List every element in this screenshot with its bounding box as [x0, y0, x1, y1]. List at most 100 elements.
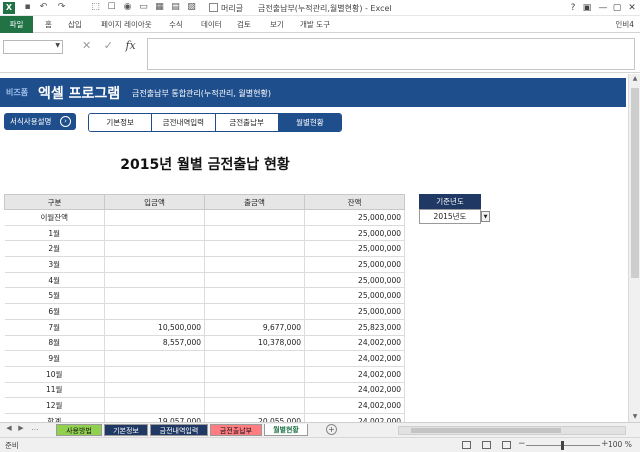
cell-income[interactable]	[104, 382, 205, 399]
cell-balance[interactable]: 24,002,000	[304, 397, 405, 414]
tab-formulas[interactable]: 수식	[169, 16, 183, 33]
chart-icon[interactable]: ▤	[170, 2, 181, 13]
tab-data[interactable]: 데이터	[201, 16, 222, 33]
tab-file[interactable]: 파일	[0, 16, 33, 33]
tab-home[interactable]: 홈	[45, 16, 52, 33]
cell-expense[interactable]	[204, 272, 305, 289]
cell-category[interactable]: 8월	[4, 335, 105, 352]
cell-category[interactable]: 4월	[4, 272, 105, 289]
cell-balance[interactable]: 24,002,000	[304, 335, 405, 352]
cell-balance[interactable]: 24,002,000	[304, 350, 405, 367]
cell-expense[interactable]	[204, 397, 305, 414]
page-break-view-icon[interactable]	[502, 441, 511, 449]
nav-tab-ledger[interactable]: 금전출납부	[215, 114, 279, 131]
cell-category[interactable]: 6월	[4, 303, 105, 320]
cell-income[interactable]	[104, 272, 205, 289]
col-header-category[interactable]: 구분	[4, 194, 105, 210]
cell-expense[interactable]: 10,378,000	[204, 335, 305, 352]
chevron-down-icon[interactable]: ▼	[55, 42, 60, 49]
prev-sheet-icon[interactable]: ◀	[4, 424, 14, 432]
col-header-income[interactable]: 입금액	[104, 194, 205, 210]
sheet-tab-basic-info[interactable]: 기본정보	[104, 424, 148, 436]
worksheet[interactable]: 비즈폼 엑셀 프로그램 금전출납부 통합관리(누적관리, 월별현황) 서식사용설…	[0, 74, 628, 422]
form-icon[interactable]: ☐	[106, 2, 117, 13]
sheet-tab-usage[interactable]: 사용방법	[56, 424, 102, 436]
usage-guide-button[interactable]: 서식사용설명 ›	[4, 113, 76, 130]
year-filter-value[interactable]: 2015년도	[419, 209, 481, 224]
nav-tab-entry[interactable]: 금전내역입력	[152, 114, 216, 131]
sheet-tab-entry[interactable]: 금전내역입력	[150, 424, 208, 436]
cell-category[interactable]: 12월	[4, 397, 105, 414]
more-sheets-icon[interactable]: …	[30, 424, 40, 432]
scroll-thumb[interactable]	[631, 88, 639, 278]
cell-expense[interactable]	[204, 366, 305, 383]
tab-review[interactable]: 검토	[237, 16, 251, 33]
cell-expense[interactable]	[204, 256, 305, 273]
cell-category[interactable]: 11월	[4, 382, 105, 399]
sheet-tab-ledger[interactable]: 금전출납부	[210, 424, 262, 436]
col-header-expense[interactable]: 출금액	[204, 194, 305, 210]
zoom-slider-thumb[interactable]	[561, 441, 564, 450]
tab-page-layout[interactable]: 페이지 레이아웃	[101, 16, 152, 33]
add-sheet-icon[interactable]: +	[326, 424, 337, 435]
cell-balance[interactable]: 24,002,000	[304, 413, 405, 422]
vertical-scrollbar[interactable]: ▲ ▼	[628, 74, 640, 422]
scroll-down-icon[interactable]: ▼	[629, 412, 640, 422]
cell-balance[interactable]: 25,000,000	[304, 303, 405, 320]
cell-balance[interactable]: 25,000,000	[304, 209, 405, 226]
cell-expense[interactable]	[204, 225, 305, 242]
user-name[interactable]: 인비4	[615, 16, 634, 33]
tab-insert[interactable]: 삽입	[68, 16, 82, 33]
sheet-tab-monthly[interactable]: 월별현황	[264, 424, 308, 436]
cell-category[interactable]: 5월	[4, 287, 105, 305]
redo-icon[interactable]: ↷	[56, 2, 67, 13]
cell-income[interactable]	[104, 256, 205, 273]
close-icon[interactable]: ✕	[625, 2, 639, 14]
cell-expense[interactable]	[204, 350, 305, 367]
tab-view[interactable]: 보기	[270, 16, 284, 33]
grid-icon[interactable]: ▦	[154, 2, 165, 13]
cell-income[interactable]	[104, 303, 205, 320]
save-icon[interactable]: ▪	[22, 2, 33, 13]
cell-category[interactable]: 2월	[4, 240, 105, 258]
zoom-level[interactable]: 100 %	[608, 440, 632, 449]
cell-income[interactable]	[104, 397, 205, 414]
tab-developer[interactable]: 개발 도구	[300, 16, 330, 33]
cell-expense[interactable]	[204, 240, 305, 258]
cell-income[interactable]	[104, 350, 205, 367]
zoom-out-icon[interactable]: −	[518, 439, 526, 449]
select-icon[interactable]: ⬚	[90, 2, 101, 13]
chevron-down-icon[interactable]: ▼	[481, 211, 490, 222]
horizontal-scroll-thumb[interactable]	[411, 428, 561, 433]
scroll-up-icon[interactable]: ▲	[629, 74, 640, 84]
cell-expense[interactable]	[204, 303, 305, 320]
next-sheet-icon[interactable]: ▶	[16, 424, 26, 432]
cancel-icon[interactable]: ✕	[82, 39, 91, 52]
cell-category[interactable]: 이월잔액	[4, 209, 105, 226]
button-icon[interactable]: ▭	[138, 2, 149, 13]
cell-income[interactable]: 19,057,000	[104, 413, 205, 422]
nav-tab-monthly[interactable]: 월별현황	[278, 114, 341, 131]
cell-expense[interactable]	[204, 209, 305, 226]
cell-expense[interactable]: 9,677,000	[204, 319, 305, 336]
cell-balance[interactable]: 25,000,000	[304, 225, 405, 242]
normal-view-icon[interactable]	[462, 441, 471, 449]
cell-income[interactable]: 10,500,000	[104, 319, 205, 336]
enter-icon[interactable]: ✓	[104, 39, 113, 52]
cell-balance[interactable]: 25,000,000	[304, 256, 405, 273]
cell-category[interactable]: 1월	[4, 225, 105, 242]
cell-category[interactable]: 3월	[4, 256, 105, 273]
control-icon[interactable]: ◉	[122, 2, 133, 13]
insert-function-icon[interactable]: fx	[125, 39, 135, 52]
horizontal-scrollbar[interactable]	[398, 426, 626, 435]
nav-tab-basic-info[interactable]: 기본정보	[89, 114, 153, 131]
cell-balance[interactable]: 25,000,000	[304, 272, 405, 289]
cell-balance[interactable]: 24,002,000	[304, 382, 405, 399]
cell-balance[interactable]: 25,823,000	[304, 319, 405, 336]
page-layout-view-icon[interactable]	[482, 441, 491, 449]
header-checkbox[interactable]	[209, 3, 218, 12]
image-icon[interactable]: ▨	[186, 2, 197, 13]
cell-category[interactable]: 10월	[4, 366, 105, 383]
maximize-icon[interactable]: ▢	[610, 2, 624, 14]
cell-category[interactable]: 합계	[4, 413, 105, 422]
